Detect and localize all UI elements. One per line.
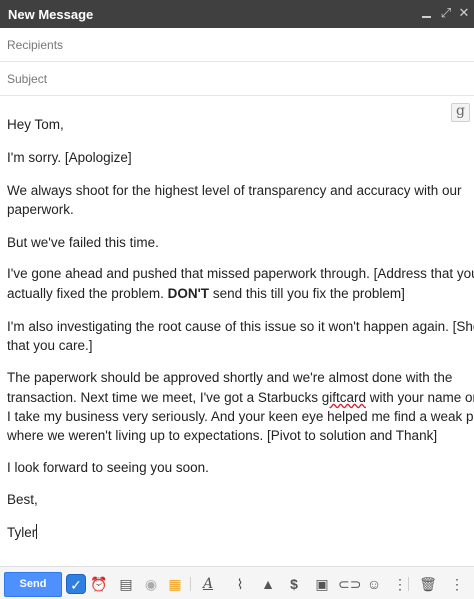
approval-line-2a: transaction. Next time we meet, I've got… — [7, 390, 322, 405]
template-icon[interactable]: ▤ — [116, 574, 136, 594]
drive-icon[interactable]: ▲ — [258, 574, 278, 594]
title-bar: New Message ⤢ ✕ — [0, 0, 474, 28]
attach-icon[interactable]: ⌇ — [230, 574, 250, 594]
minimize-icon[interactable] — [420, 6, 434, 20]
investigate-line-1: I'm also investigating the root cause of… — [7, 319, 474, 334]
link-icon[interactable]: ⊂⊃ — [338, 574, 361, 594]
money-icon[interactable]: $ — [284, 574, 304, 594]
close-icon[interactable]: ✕ — [457, 6, 471, 20]
transparency-line-1: We always shoot for the highest level of… — [7, 183, 462, 198]
fixed-line-1: I've gone ahead and pushed that missed p… — [7, 266, 474, 281]
apology-line: I'm sorry. [Apologize] — [7, 150, 132, 165]
toolbar-separator — [408, 577, 409, 591]
approval-line-2c: with your name on it. — [369, 390, 474, 405]
notes-icon[interactable]: ▦ — [165, 574, 185, 594]
transparency-line-2: paperwork. — [7, 202, 74, 217]
trash-icon[interactable]: 🗑 — [418, 574, 438, 594]
toolbar-separator — [190, 577, 191, 591]
fixed-line-2: actually fixed the problem. DON'T send t… — [7, 286, 405, 301]
emoji-icon[interactable]: ☺ — [364, 574, 384, 594]
signoff-line: Best, — [7, 492, 38, 507]
failed-line: But we've failed this time. — [7, 235, 159, 250]
closing-line: I look forward to seeing you soon. — [7, 460, 209, 475]
expand-icon[interactable]: ⤢ — [439, 6, 453, 20]
grammar-button[interactable]: g — [451, 103, 470, 122]
more-options-icon[interactable]: ⋮ — [390, 574, 410, 594]
recipients-placeholder: Recipients — [7, 38, 64, 52]
schedule-check-icon[interactable]: ✓ — [66, 574, 86, 594]
send-button[interactable]: Send — [4, 572, 62, 597]
text-caret — [36, 524, 38, 539]
recipients-field[interactable]: Recipients — [0, 28, 474, 62]
approval-line-4: where we weren't living up to expectatio… — [7, 428, 438, 443]
alarm-clock-icon[interactable]: ⏰ — [89, 574, 109, 594]
fixed-line-2c: send this till you fix the problem] — [209, 286, 405, 301]
signature: Tyler — [7, 525, 37, 540]
fixed-line-2a: actually fixed the problem. — [7, 286, 168, 301]
approval-line-3: I take my business very seriously. And y… — [7, 409, 474, 424]
tracking-eye-icon[interactable]: ◉ — [141, 574, 161, 594]
formatting-icon[interactable]: A — [198, 574, 218, 594]
approval-line-2: transaction. Next time we meet, I've got… — [7, 390, 474, 405]
signature-line: Tyler — [7, 524, 38, 540]
subject-field[interactable]: Subject — [0, 62, 474, 96]
greeting-line: Hey Tom, — [7, 117, 64, 132]
compose-toolbar: Send ✓ ⏰ ▤ ◉ ▦ A ⌇ ▲ $ ▣ ⊂⊃ ☺ ⋮ 🗑 ⋮ — [0, 566, 474, 599]
more-options-icon[interactable]: ⋮ — [447, 574, 467, 594]
investigate-line-2: that you care.] — [7, 338, 93, 353]
photo-icon[interactable]: ▣ — [312, 574, 332, 594]
spellcheck-word[interactable]: giftcard — [322, 390, 366, 405]
subject-placeholder: Subject — [7, 72, 48, 86]
approval-line-1: The paperwork should be approved shortly… — [7, 370, 453, 385]
dont-emphasis: DON'T — [167, 286, 210, 301]
window-title: New Message — [8, 7, 94, 22]
